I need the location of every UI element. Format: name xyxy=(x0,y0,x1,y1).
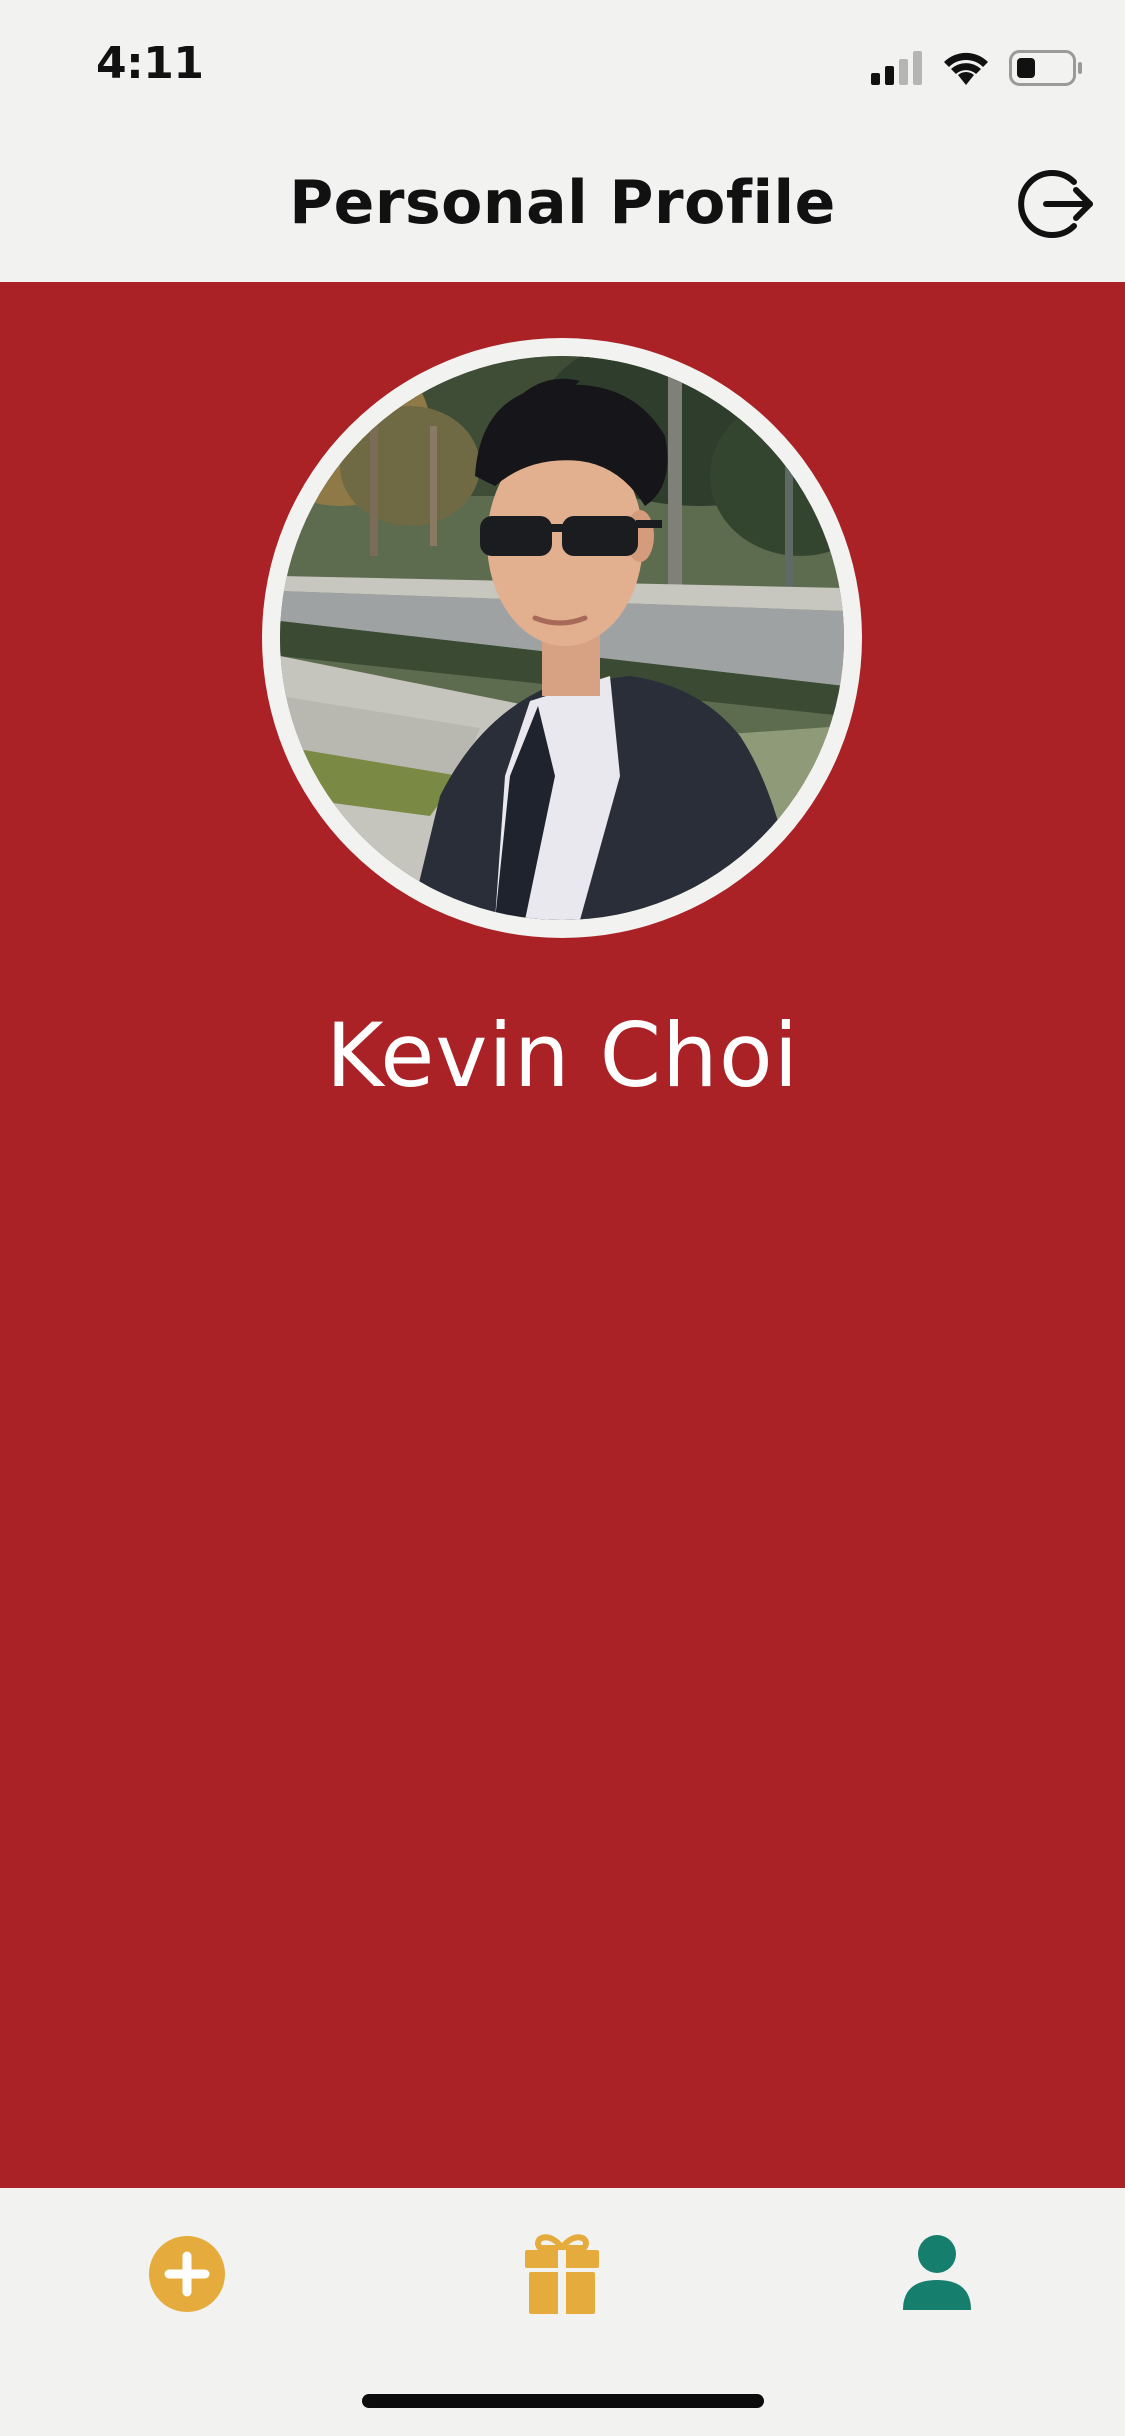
status-bar: 4:11 xyxy=(0,0,1125,132)
home-indicator[interactable] xyxy=(362,2394,764,2408)
logout-icon xyxy=(1018,170,1093,238)
gift-icon xyxy=(525,2234,599,2314)
profile-panel: Kevin Choi xyxy=(0,282,1125,2188)
status-time: 4:11 xyxy=(96,38,204,89)
logout-button[interactable] xyxy=(1018,164,1098,244)
avatar[interactable] xyxy=(280,356,844,920)
profile-photo xyxy=(280,356,844,920)
tab-gifts[interactable] xyxy=(514,2226,610,2322)
person-icon xyxy=(903,2235,971,2310)
add-icon xyxy=(149,2236,225,2312)
page-title: Personal Profile xyxy=(289,168,836,238)
avatar-ring xyxy=(262,338,862,938)
signal-icon xyxy=(871,51,922,85)
status-icons xyxy=(851,48,1083,88)
header: Personal Profile xyxy=(0,132,1125,280)
profile-name: Kevin Choi xyxy=(325,1004,800,1107)
wifi-icon xyxy=(944,52,988,85)
tab-add[interactable] xyxy=(139,2226,235,2322)
tab-profile[interactable] xyxy=(889,2226,985,2322)
battery-icon xyxy=(1009,50,1082,86)
